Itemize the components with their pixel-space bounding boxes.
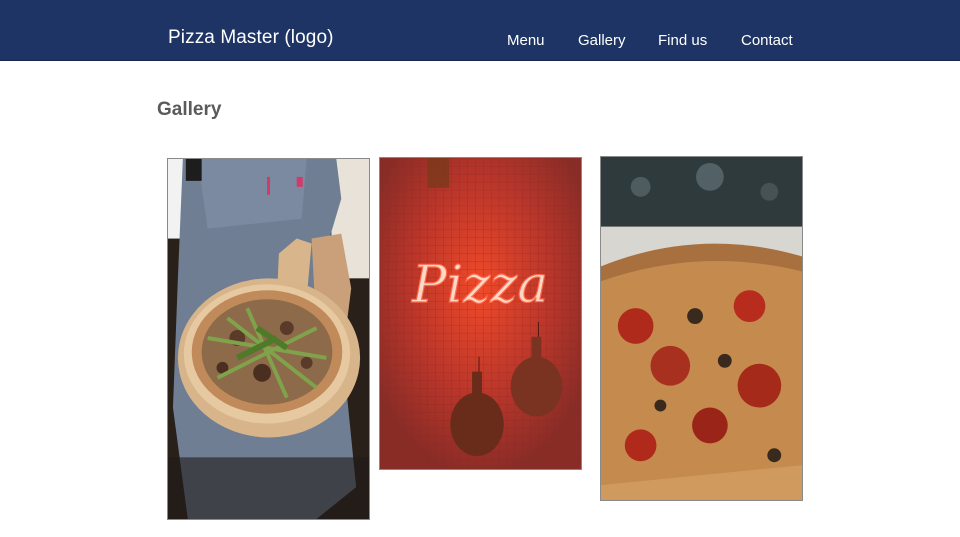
- neon-sign-text: Pizza: [411, 255, 548, 315]
- gallery-photo-chef-pizza[interactable]: [167, 158, 370, 520]
- chef-pizza-image: [168, 159, 369, 519]
- gallery-photo-neon-sign[interactable]: Pizza: [379, 157, 582, 470]
- top-navbar: Pizza Master (logo) Menu Gallery Find us…: [0, 0, 960, 61]
- nav-gallery[interactable]: Gallery: [578, 32, 626, 49]
- gallery-photo-pizza-closeup[interactable]: [600, 156, 803, 501]
- nav-find-us[interactable]: Find us: [658, 32, 707, 49]
- site-logo[interactable]: Pizza Master (logo): [168, 27, 334, 49]
- nav-contact[interactable]: Contact: [741, 32, 793, 49]
- gallery-heading: Gallery: [157, 99, 222, 120]
- pizza-closeup-image: [601, 157, 802, 500]
- neon-sign-image: Pizza: [380, 158, 581, 469]
- nav-menu[interactable]: Menu: [507, 32, 545, 49]
